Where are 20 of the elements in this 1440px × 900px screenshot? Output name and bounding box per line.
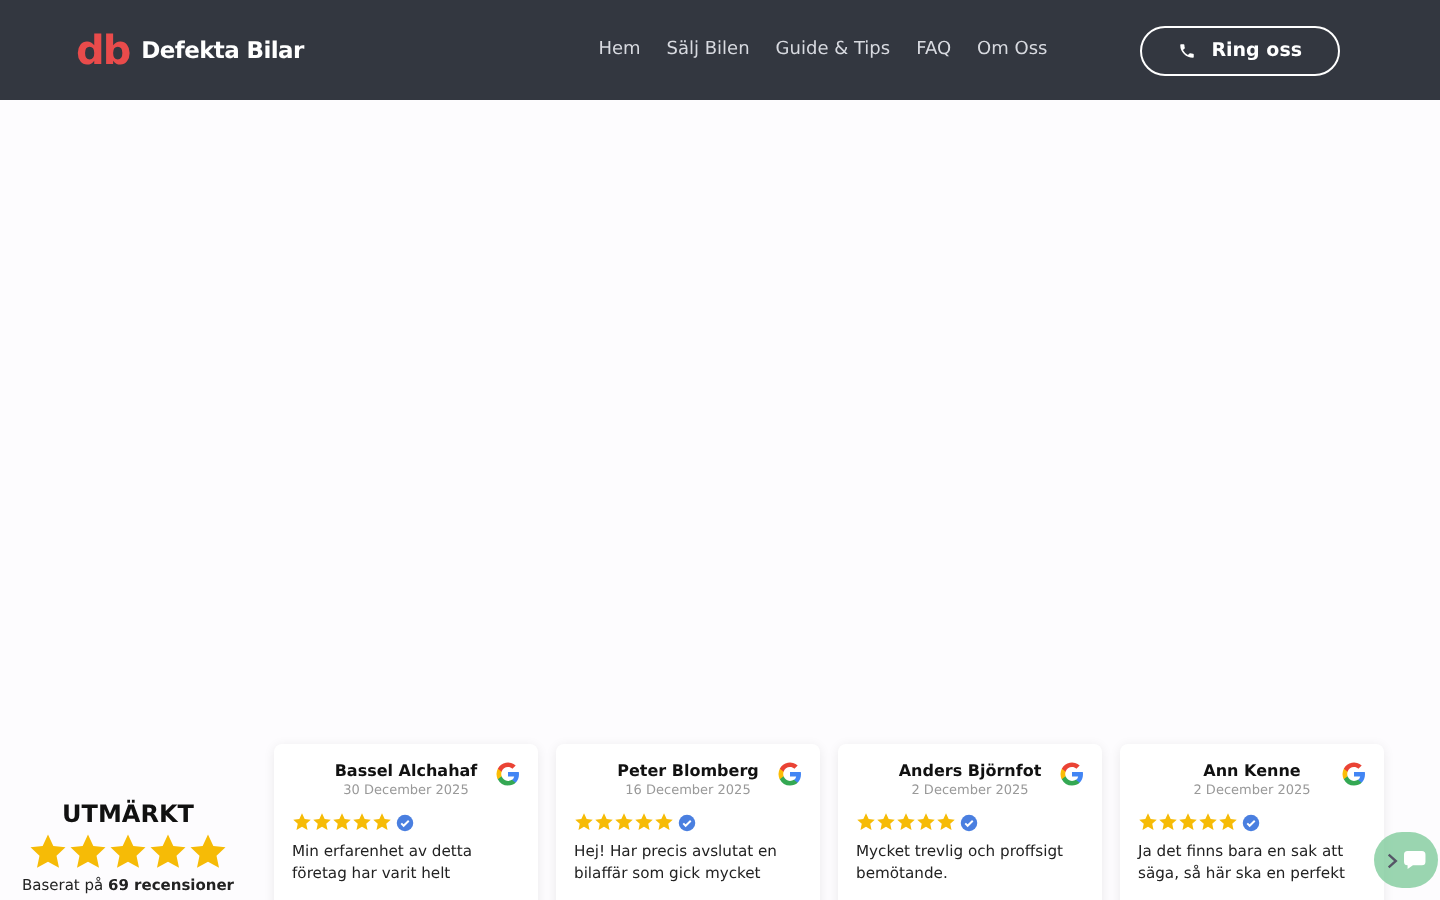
google-icon (1060, 762, 1084, 786)
google-icon (1342, 762, 1366, 786)
reviewer-name: Peter Blomberg (617, 762, 759, 780)
call-button[interactable]: Ring oss (1139, 25, 1340, 75)
reviewer-name: Anders Björnfot (898, 762, 1042, 780)
chat-button[interactable] (1374, 832, 1438, 888)
reviewer-name: Bassel Alchahaf (334, 762, 478, 780)
chevron-icon (1386, 851, 1399, 869)
nav-link[interactable]: Guide & Tips (775, 40, 891, 60)
phone-icon (1177, 41, 1196, 59)
nav-link[interactable]: Sälj Bilen (666, 40, 750, 60)
nav-link[interactable]: Hem (598, 40, 641, 60)
reviewer-name: Ann Kenne (1203, 762, 1301, 780)
rating-word: UTMÄRKT (62, 800, 194, 828)
logo-text[interactable]: Defekta Bilar (141, 36, 304, 64)
nav-link[interactable]: Om Oss (977, 40, 1048, 60)
chat-icon (1404, 850, 1426, 870)
google-icon (496, 762, 520, 786)
nav-link[interactable]: FAQ (916, 40, 952, 60)
google-icon (778, 762, 802, 786)
